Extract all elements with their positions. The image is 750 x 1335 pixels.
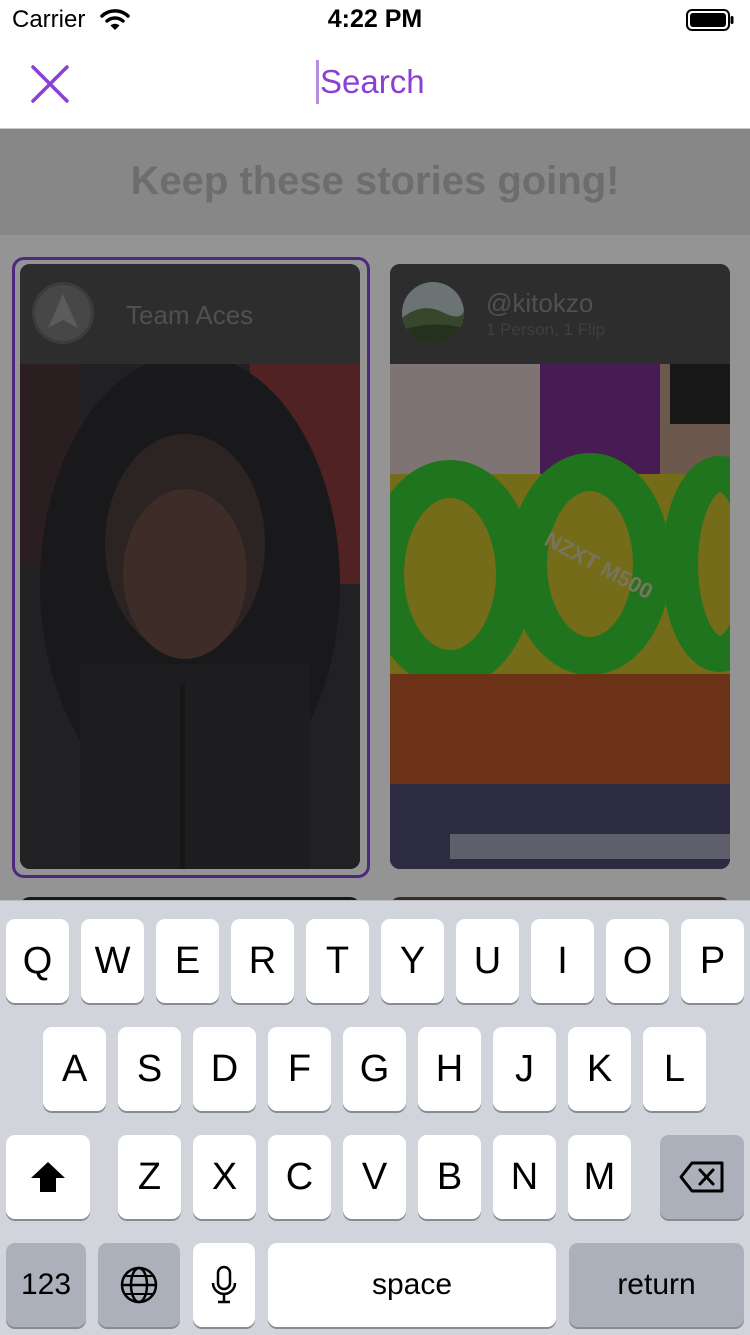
globe-key[interactable] [98,1243,180,1327]
key-s[interactable]: S [118,1027,181,1111]
key-t[interactable]: T [306,919,369,1003]
key-h[interactable]: H [418,1027,481,1111]
close-x-icon[interactable] [30,64,70,104]
microphone-key[interactable] [193,1243,255,1327]
microphone-icon [211,1265,237,1304]
globe-icon [120,1266,158,1304]
key-u[interactable]: U [456,919,519,1003]
numbers-key[interactable]: 123 [6,1243,86,1327]
backspace-icon [679,1161,724,1193]
key-d[interactable]: D [193,1027,256,1111]
key-w[interactable]: W [81,919,144,1003]
key-f[interactable]: F [268,1027,331,1111]
key-r[interactable]: R [231,919,294,1003]
key-l[interactable]: L [643,1027,706,1111]
space-key[interactable]: space [268,1243,556,1327]
battery-icon [686,9,734,31]
key-j[interactable]: J [493,1027,556,1111]
key-v[interactable]: V [343,1135,406,1219]
key-c[interactable]: C [268,1135,331,1219]
key-b[interactable]: B [418,1135,481,1219]
search-input[interactable] [320,60,680,104]
text-caret [316,60,319,104]
key-z[interactable]: Z [118,1135,181,1219]
key-k[interactable]: K [568,1027,631,1111]
key-x[interactable]: X [193,1135,256,1219]
status-bar: Carrier 4:22 PM [0,0,750,40]
key-m[interactable]: M [568,1135,631,1219]
key-p[interactable]: P [681,919,744,1003]
return-key[interactable]: return [569,1243,744,1327]
key-o[interactable]: O [606,919,669,1003]
shift-key[interactable] [6,1135,90,1219]
search-nav-bar [0,40,750,129]
key-i[interactable]: I [531,919,594,1003]
delete-key[interactable] [660,1135,744,1219]
key-e[interactable]: E [156,919,219,1003]
key-g[interactable]: G [343,1027,406,1111]
key-q[interactable]: Q [6,919,69,1003]
clock-time: 4:22 PM [327,5,423,33]
key-n[interactable]: N [493,1135,556,1219]
key-a[interactable]: A [43,1027,106,1111]
onscreen-keyboard: Q W E R T Y U I O P A S D F G H J K L Z X C V B N M 123 space return [0,900,750,1335]
key-y[interactable]: Y [381,919,444,1003]
shift-arrow-icon [31,1162,65,1192]
